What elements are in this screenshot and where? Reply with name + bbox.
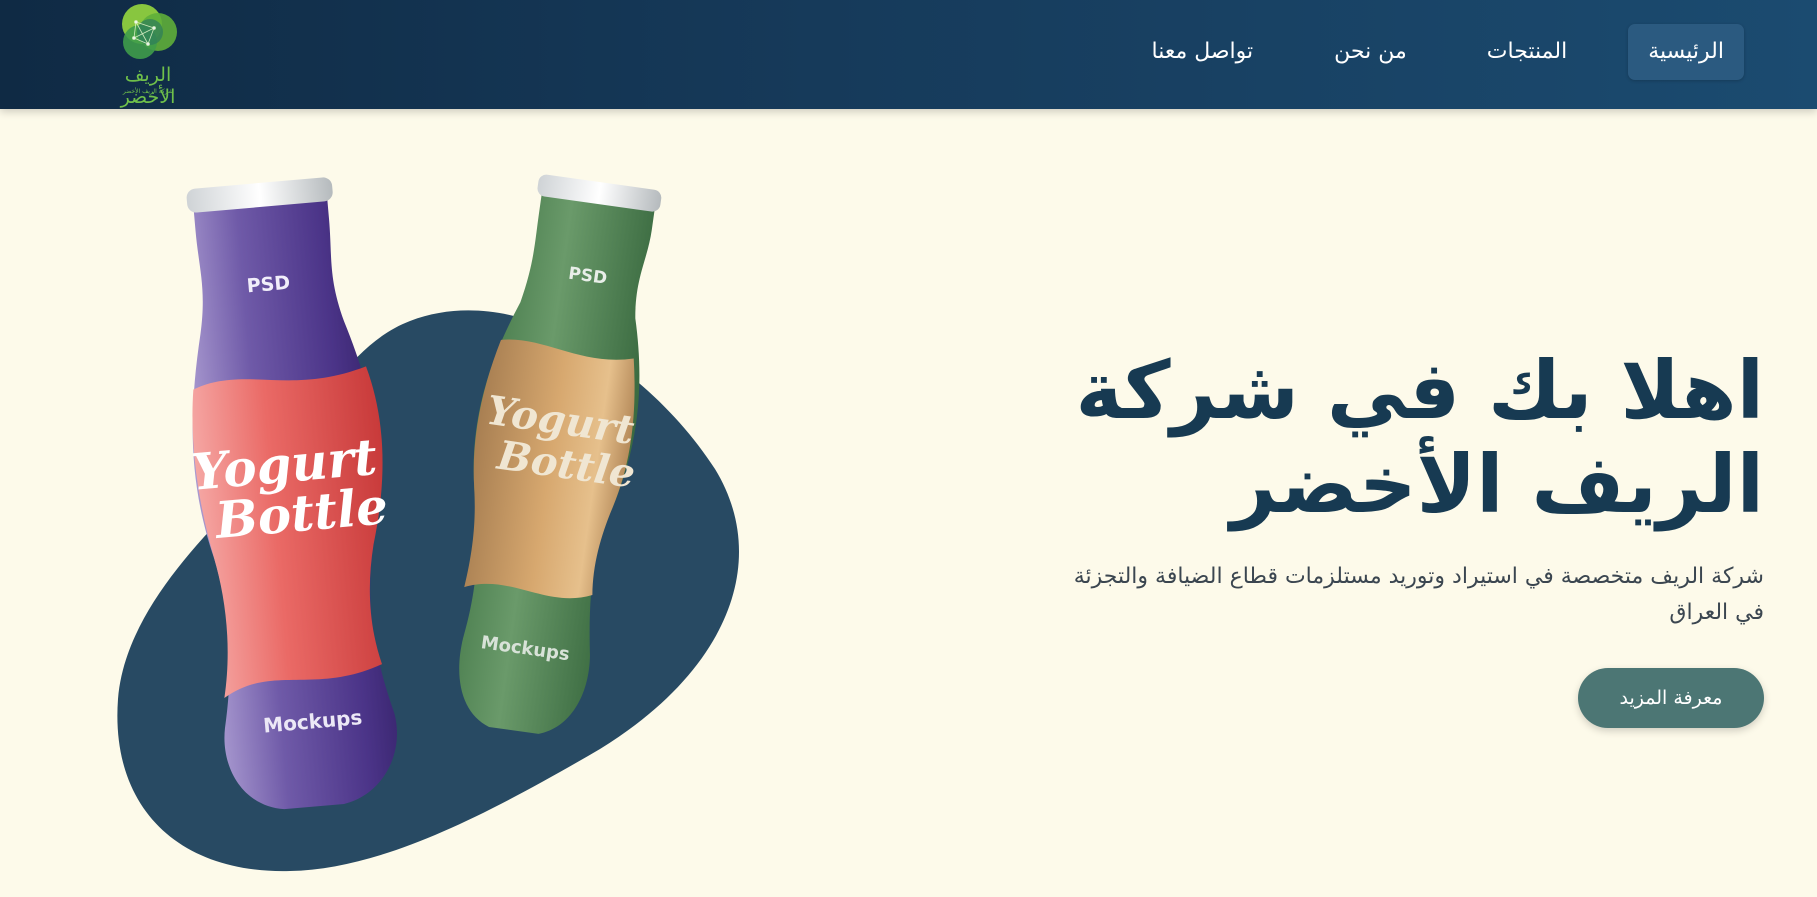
top-navbar: الريف الأخضر شركة الريف الأخضر الرئيسية … [0,0,1817,109]
logo-subtitle: شركة الريف الأخضر [122,88,174,95]
nav-item-about[interactable]: من نحن [1334,24,1407,80]
hero-description: شركة الريف متخصصة في استيراد وتوريد مستل… [1073,564,1764,625]
logo-emblem-icon [122,4,177,59]
hero-illustration: PSD Yogurt Bottle Mockups PSD Yogurt Bot… [0,109,900,897]
nav-item-home[interactable]: الرئيسية [1628,24,1744,80]
hero-title: اهلا بك في شركة الريف الأخضر [1075,344,1764,531]
bottle-front-top-label: PSD [246,272,291,298]
nav-item-products[interactable]: المنتجات [1487,24,1567,80]
main-nav: الرئيسية المنتجات من نحن تواصل معنا [1151,24,1744,80]
logo-title: الريف الأخضر [120,64,176,108]
learn-more-button[interactable]: معرفة المزيد [1578,668,1764,728]
yogurt-bottles-image: PSD Yogurt Bottle Mockups PSD Yogurt Bot… [117,174,740,872]
nav-item-contact[interactable]: تواصل معنا [1151,24,1253,80]
company-logo[interactable]: الريف الأخضر شركة الريف الأخضر [96,2,200,108]
